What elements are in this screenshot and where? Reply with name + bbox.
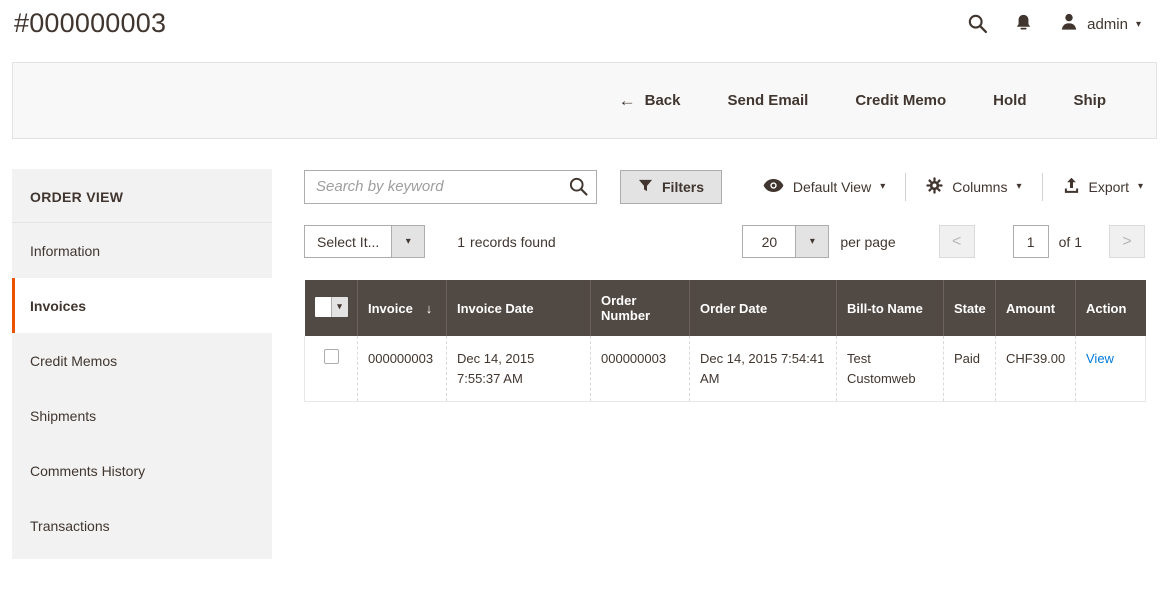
cell-invoice-date: Dec 14, 2015 7:55:37 AM (447, 336, 591, 402)
grid-toolbar: Filters Default View ▾ Columns ▾ (304, 169, 1145, 204)
cell-order-number: 000000003 (591, 336, 690, 402)
send-email-button[interactable]: Send Email (727, 92, 808, 109)
mass-action-label: Select It... (305, 226, 391, 257)
funnel-icon (638, 178, 653, 196)
hold-button[interactable]: Hold (993, 92, 1026, 109)
per-page-caret[interactable]: ▾ (795, 226, 828, 257)
page-title: #000000003 (14, 8, 166, 39)
chevron-right-icon: > (1122, 233, 1131, 251)
filters-button[interactable]: Filters (620, 170, 722, 204)
checkbox-icon (315, 297, 331, 317)
sidebar-item-transactions[interactable]: Transactions (12, 498, 272, 553)
keyword-search (304, 170, 597, 204)
header-actions: admin ▾ (967, 8, 1141, 37)
back-button[interactable]: ← Back (619, 91, 681, 111)
sort-descending-icon: ↓ (426, 301, 433, 316)
current-page-input[interactable] (1013, 225, 1049, 258)
column-header-invoice-date[interactable]: Invoice Date (447, 280, 591, 336)
chevron-down-icon: ▾ (1136, 20, 1141, 30)
total-pages-label: of 1 (1059, 234, 1082, 250)
export-control[interactable]: Export ▾ (1042, 173, 1146, 201)
mass-action-select[interactable]: Select It... ▾ (304, 225, 425, 258)
sidebar-title: ORDER VIEW (12, 169, 272, 223)
sidebar-item-comments-history[interactable]: Comments History (12, 443, 272, 498)
chevron-down-icon: ▾ (1138, 182, 1143, 192)
search-icon (967, 13, 988, 37)
view-invoice-link[interactable]: View (1086, 351, 1114, 366)
order-action-toolbar: ← Back Send Email Credit Memo Hold Ship (12, 62, 1157, 139)
column-header-invoice[interactable]: Invoice ↓ (358, 280, 447, 336)
cell-amount: CHF39.00 (996, 336, 1076, 402)
column-header-state[interactable]: State (944, 280, 996, 336)
next-page-button[interactable]: > (1109, 225, 1145, 258)
per-page-value: 20 (743, 226, 795, 257)
order-view-sidebar: ORDER VIEW Information Invoices Credit M… (12, 169, 272, 559)
select-all-checkbox[interactable]: ▾ (315, 297, 348, 317)
row-checkbox[interactable] (324, 349, 339, 364)
sidebar-item-information[interactable]: Information (12, 223, 272, 278)
column-header-bill-to-name[interactable]: Bill-to Name (837, 280, 944, 336)
admin-username: admin (1087, 16, 1128, 33)
sidebar-item-invoices[interactable]: Invoices (12, 278, 272, 333)
credit-memo-button[interactable]: Credit Memo (855, 92, 946, 109)
chevron-down-icon: ▾ (810, 237, 815, 247)
records-label: records found (470, 234, 556, 250)
column-header-amount[interactable]: Amount (996, 280, 1076, 336)
per-page-label: per page (840, 234, 895, 250)
pagination: 20 ▾ per page < of 1 > (742, 225, 1145, 258)
search-input[interactable] (304, 170, 597, 204)
gear-icon (926, 177, 943, 197)
cell-action: View (1076, 336, 1146, 402)
sidebar-item-credit-memos[interactable]: Credit Memos (12, 333, 272, 388)
chevron-down-icon: ▾ (331, 297, 348, 317)
export-icon (1063, 177, 1080, 197)
search-icon (568, 185, 589, 200)
notifications-button[interactable] (1014, 13, 1033, 36)
previous-page-button[interactable]: < (939, 225, 975, 258)
records-count: 1 (457, 234, 465, 250)
cell-invoice: 000000003 (358, 336, 447, 402)
sidebar-item-shipments[interactable]: Shipments (12, 388, 272, 443)
user-avatar-icon (1059, 12, 1079, 37)
cell-state: Paid (944, 336, 996, 402)
row-select-cell (305, 336, 358, 402)
cell-order-date: Dec 14, 2015 7:54:41 AM (690, 336, 837, 402)
columns-control[interactable]: Columns ▾ (905, 173, 1041, 201)
cell-bill-to-name: Test Customweb (837, 336, 944, 402)
table-header-row: ▾ Invoice ↓ Invoice Date Order Number Or… (305, 280, 1146, 336)
bell-icon (1014, 13, 1033, 36)
search-submit-button[interactable] (568, 176, 589, 200)
ship-button[interactable]: Ship (1074, 92, 1107, 109)
table-row: 000000003 Dec 14, 2015 7:55:37 AM 000000… (305, 336, 1146, 402)
mass-action-caret[interactable]: ▾ (391, 226, 424, 257)
grid-view-controls: Default View ▾ Columns ▾ Export ▾ (743, 173, 1145, 201)
arrow-left-icon: ← (619, 91, 636, 111)
admin-account-menu[interactable]: admin ▾ (1059, 12, 1141, 37)
per-page-select[interactable]: 20 ▾ (742, 225, 829, 258)
records-found: 1 records found (457, 234, 555, 250)
chevron-down-icon: ▾ (880, 182, 885, 192)
column-header-action[interactable]: Action (1076, 280, 1146, 336)
view-switcher[interactable]: Default View ▾ (743, 175, 905, 199)
invoices-grid: Filters Default View ▾ Columns ▾ (304, 169, 1145, 402)
global-search-button[interactable] (967, 13, 988, 37)
chevron-down-icon: ▾ (1016, 182, 1021, 192)
select-all-header[interactable]: ▾ (305, 280, 358, 336)
column-header-order-date[interactable]: Order Date (690, 280, 837, 336)
grid-subtoolbar: Select It... ▾ 1 records found 20 ▾ per … (304, 225, 1145, 258)
chevron-down-icon: ▾ (406, 237, 411, 247)
page-header: #000000003 admin ▾ (0, 0, 1171, 62)
eye-icon (763, 179, 784, 195)
content-area: ORDER VIEW Information Invoices Credit M… (12, 169, 1157, 559)
chevron-left-icon: < (952, 233, 961, 251)
column-header-order-number[interactable]: Order Number (591, 280, 690, 336)
invoices-table: ▾ Invoice ↓ Invoice Date Order Number Or… (304, 280, 1146, 402)
